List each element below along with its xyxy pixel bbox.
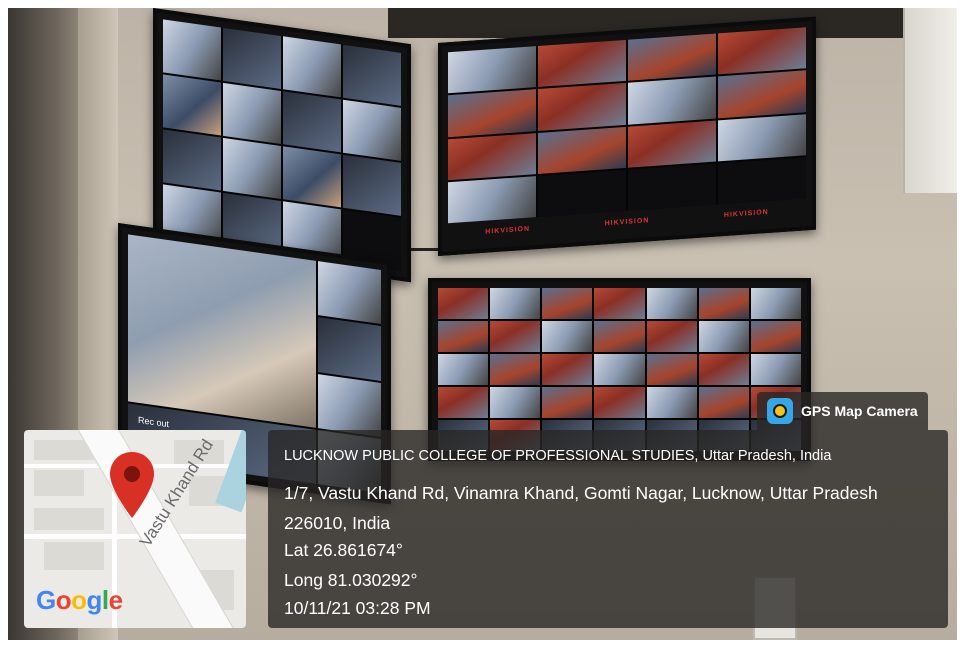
map-road (24, 534, 246, 539)
datetime: 10/11/21 03:28 PM (284, 598, 431, 618)
app-tag-label: GPS Map Camera (801, 403, 918, 419)
camera-lens-icon (767, 398, 793, 424)
cctv-grid (448, 27, 806, 224)
brand-label: HIKVISION (485, 225, 531, 236)
map-pin-icon (110, 452, 154, 518)
map-block (34, 470, 84, 496)
place-name: LUCKNOW PUBLIC COLLEGE OF PROFESSIONAL S… (284, 448, 832, 464)
brand-label: HIKVISION (723, 208, 769, 219)
brand-label: HIKVISION (604, 216, 650, 227)
app-tag: GPS Map Camera (757, 392, 928, 430)
longitude: Long 81.030292° (284, 570, 418, 590)
map-block (34, 508, 104, 530)
cctv-grid (438, 288, 801, 451)
map-block (44, 542, 104, 570)
monitor-top-right: HIKVISION HIKVISION HIKVISION (438, 16, 816, 257)
air-conditioner (903, 8, 957, 193)
cctv-grid (163, 19, 401, 271)
google-logo: Google (36, 585, 123, 615)
address: 1/7, Vastu Khand Rd, Vinamra Khand, Gomt… (284, 483, 878, 533)
map-thumbnail: Vastu Khand Rd Google (24, 430, 246, 628)
latitude: Lat 26.861674° (284, 540, 403, 560)
location-overlay: LUCKNOW PUBLIC COLLEGE OF PROFESSIONAL S… (268, 430, 948, 628)
